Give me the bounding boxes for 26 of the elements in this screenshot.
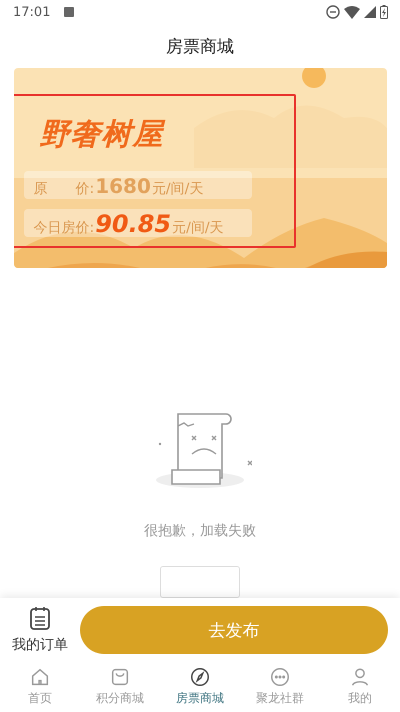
price-amount: 90.85 bbox=[95, 211, 172, 237]
tab-item[interactable]: 房票商城 bbox=[160, 660, 240, 712]
tab-item[interactable]: 首页 bbox=[0, 660, 80, 712]
do-not-disturb-icon bbox=[326, 5, 340, 19]
chat-bubble-icon bbox=[269, 666, 291, 688]
notification-icon bbox=[64, 7, 74, 17]
clipboard-icon[interactable] bbox=[29, 606, 51, 630]
price-amount: 1680 bbox=[95, 173, 151, 199]
status-time: 17:01 bbox=[13, 4, 50, 20]
tab-item[interactable]: 我的 bbox=[320, 660, 400, 712]
my-orders-label[interactable]: 我的订单 bbox=[12, 636, 68, 654]
wifi-icon bbox=[344, 6, 360, 18]
page-title: 房票商城 bbox=[165, 36, 235, 59]
signal-icon bbox=[364, 6, 376, 18]
price-unit: 元/间/天 bbox=[172, 219, 224, 238]
tab-item[interactable]: 聚龙社群 bbox=[240, 660, 320, 712]
compass-icon bbox=[189, 666, 211, 688]
publish-button[interactable]: 去发布 bbox=[80, 606, 388, 654]
price-label: 原 价: bbox=[34, 180, 94, 199]
error-message: 很抱歉，加载失败 bbox=[144, 522, 256, 540]
tab-item[interactable]: 积分商城 bbox=[80, 660, 160, 712]
price-label: 今日房价: bbox=[34, 219, 94, 238]
battery-icon bbox=[380, 5, 388, 19]
user-icon bbox=[349, 666, 371, 688]
price-unit: 元/间/天 bbox=[152, 180, 204, 199]
hotel-name: 野奢树屋 bbox=[38, 116, 166, 154]
